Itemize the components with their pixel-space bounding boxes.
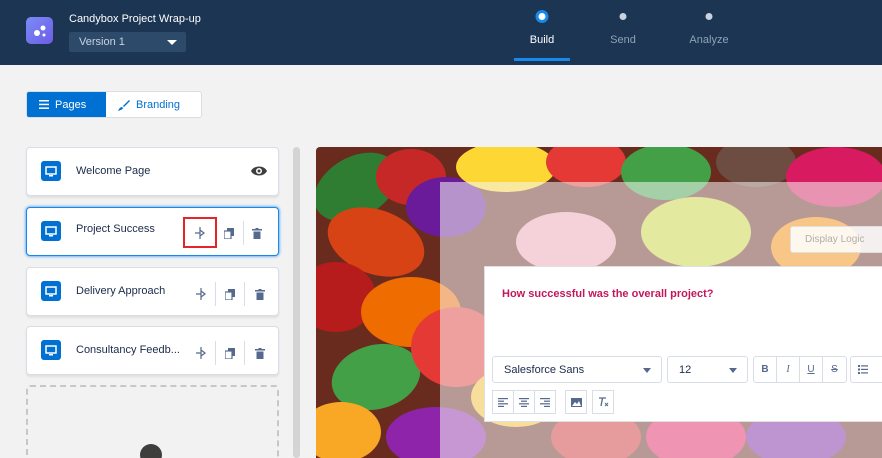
page-label: Project Success xyxy=(76,223,155,235)
branch-icon xyxy=(194,226,205,239)
monitor-icon xyxy=(41,340,61,360)
image-icon xyxy=(570,397,582,407)
eye-icon[interactable] xyxy=(250,164,268,182)
font-family-dropdown[interactable]: Salesforce Sans xyxy=(492,356,662,383)
chevron-down-icon xyxy=(167,40,177,45)
align-right-button[interactable] xyxy=(534,390,556,414)
bulleted-list-button[interactable] xyxy=(851,357,874,382)
clear-formatting-button[interactable] xyxy=(592,390,614,414)
delete-button[interactable] xyxy=(244,221,271,245)
pages-tab-label: Pages xyxy=(55,98,87,111)
delete-button[interactable] xyxy=(245,341,274,365)
page-card-delivery-approach[interactable]: Delivery Approach xyxy=(26,267,279,316)
copy-button[interactable] xyxy=(216,221,244,245)
step-build[interactable]: Build xyxy=(514,0,570,65)
mode-toggle: Pages Branding xyxy=(26,91,202,118)
copy-icon xyxy=(225,288,235,300)
list-icon xyxy=(857,365,868,374)
branch-icon xyxy=(196,347,206,359)
version-label: Version 1 xyxy=(79,36,125,48)
page-card-consultancy-feedback[interactable]: Consultancy Feedb... xyxy=(26,326,279,375)
alignment-group xyxy=(492,390,556,416)
branding-tab-label: Branding xyxy=(136,98,181,111)
add-page-dropzone[interactable] xyxy=(26,385,279,458)
clear-format-group xyxy=(592,390,614,416)
branch-icon xyxy=(196,288,206,300)
page-card-welcome[interactable]: Welcome Page xyxy=(26,147,279,196)
step-dot-icon xyxy=(619,13,627,20)
step-dot-icon xyxy=(535,10,549,23)
align-center-icon xyxy=(519,397,529,407)
font-size-value: 12 xyxy=(679,364,692,376)
align-left-button[interactable] xyxy=(492,390,514,414)
app-logo-icon xyxy=(26,17,53,44)
page-actions xyxy=(182,217,271,248)
list-format-group xyxy=(850,356,882,383)
chevron-down-icon xyxy=(643,368,651,373)
monitor-icon xyxy=(41,161,61,181)
page-actions xyxy=(187,282,274,308)
branch-button[interactable] xyxy=(187,282,216,306)
branch-button[interactable] xyxy=(182,217,218,248)
insert-image-button[interactable] xyxy=(565,390,587,414)
text-format-group: B I U S xyxy=(753,356,847,383)
pages-tab[interactable]: Pages xyxy=(27,92,106,117)
question-text[interactable]: How successful was the overall project? xyxy=(502,288,714,300)
insert-group xyxy=(565,390,587,416)
display-logic-button[interactable]: Display Logic xyxy=(790,226,882,253)
align-right-icon xyxy=(540,397,550,407)
monitor-icon xyxy=(41,281,61,301)
italic-button[interactable]: I xyxy=(777,357,800,382)
trash-icon xyxy=(254,347,265,359)
brush-icon xyxy=(118,99,130,111)
question-editor: How successful was the overall project? … xyxy=(484,266,882,422)
bold-button[interactable]: B xyxy=(754,357,777,382)
align-center-button[interactable] xyxy=(513,390,535,414)
branch-button[interactable] xyxy=(187,341,216,365)
page-label: Welcome Page xyxy=(76,165,151,177)
step-dot-icon xyxy=(705,13,713,20)
copy-icon xyxy=(224,227,235,239)
version-dropdown[interactable]: Version 1 xyxy=(69,32,186,52)
step-label: Analyze xyxy=(689,34,729,46)
chevron-down-icon xyxy=(729,368,737,373)
align-left-icon xyxy=(498,397,508,407)
page-label: Delivery Approach xyxy=(76,285,166,297)
copy-icon xyxy=(225,347,235,359)
step-send[interactable]: Send xyxy=(600,0,646,65)
trash-icon xyxy=(254,288,265,300)
add-icon[interactable] xyxy=(140,444,162,458)
step-label: Send xyxy=(610,34,636,46)
top-bar: Candybox Project Wrap-up Version 1 Build… xyxy=(0,0,882,65)
page-list-scrollbar[interactable] xyxy=(293,147,300,458)
branding-tab[interactable]: Branding xyxy=(106,92,201,117)
step-analyze[interactable]: Analyze xyxy=(684,0,734,65)
page-card-project-success[interactable]: Project Success xyxy=(26,207,279,256)
active-step-indicator xyxy=(514,58,570,61)
page-label: Consultancy Feedb... xyxy=(76,344,180,356)
copy-button[interactable] xyxy=(216,282,245,306)
monitor-icon xyxy=(41,221,61,241)
page-canvas: Display Logic How successful was the ove… xyxy=(316,147,882,458)
strikethrough-button[interactable]: S xyxy=(823,357,846,382)
survey-title: Candybox Project Wrap-up xyxy=(69,13,201,25)
font-family-value: Salesforce Sans xyxy=(504,364,585,376)
page-actions xyxy=(187,341,274,367)
clear-format-icon xyxy=(598,397,608,407)
underline-button[interactable]: U xyxy=(800,357,823,382)
delete-button[interactable] xyxy=(245,282,274,306)
trash-icon xyxy=(252,227,263,239)
font-size-dropdown[interactable]: 12 xyxy=(667,356,748,383)
step-label: Build xyxy=(529,34,555,46)
copy-button[interactable] xyxy=(216,341,245,365)
list-icon xyxy=(39,100,49,109)
